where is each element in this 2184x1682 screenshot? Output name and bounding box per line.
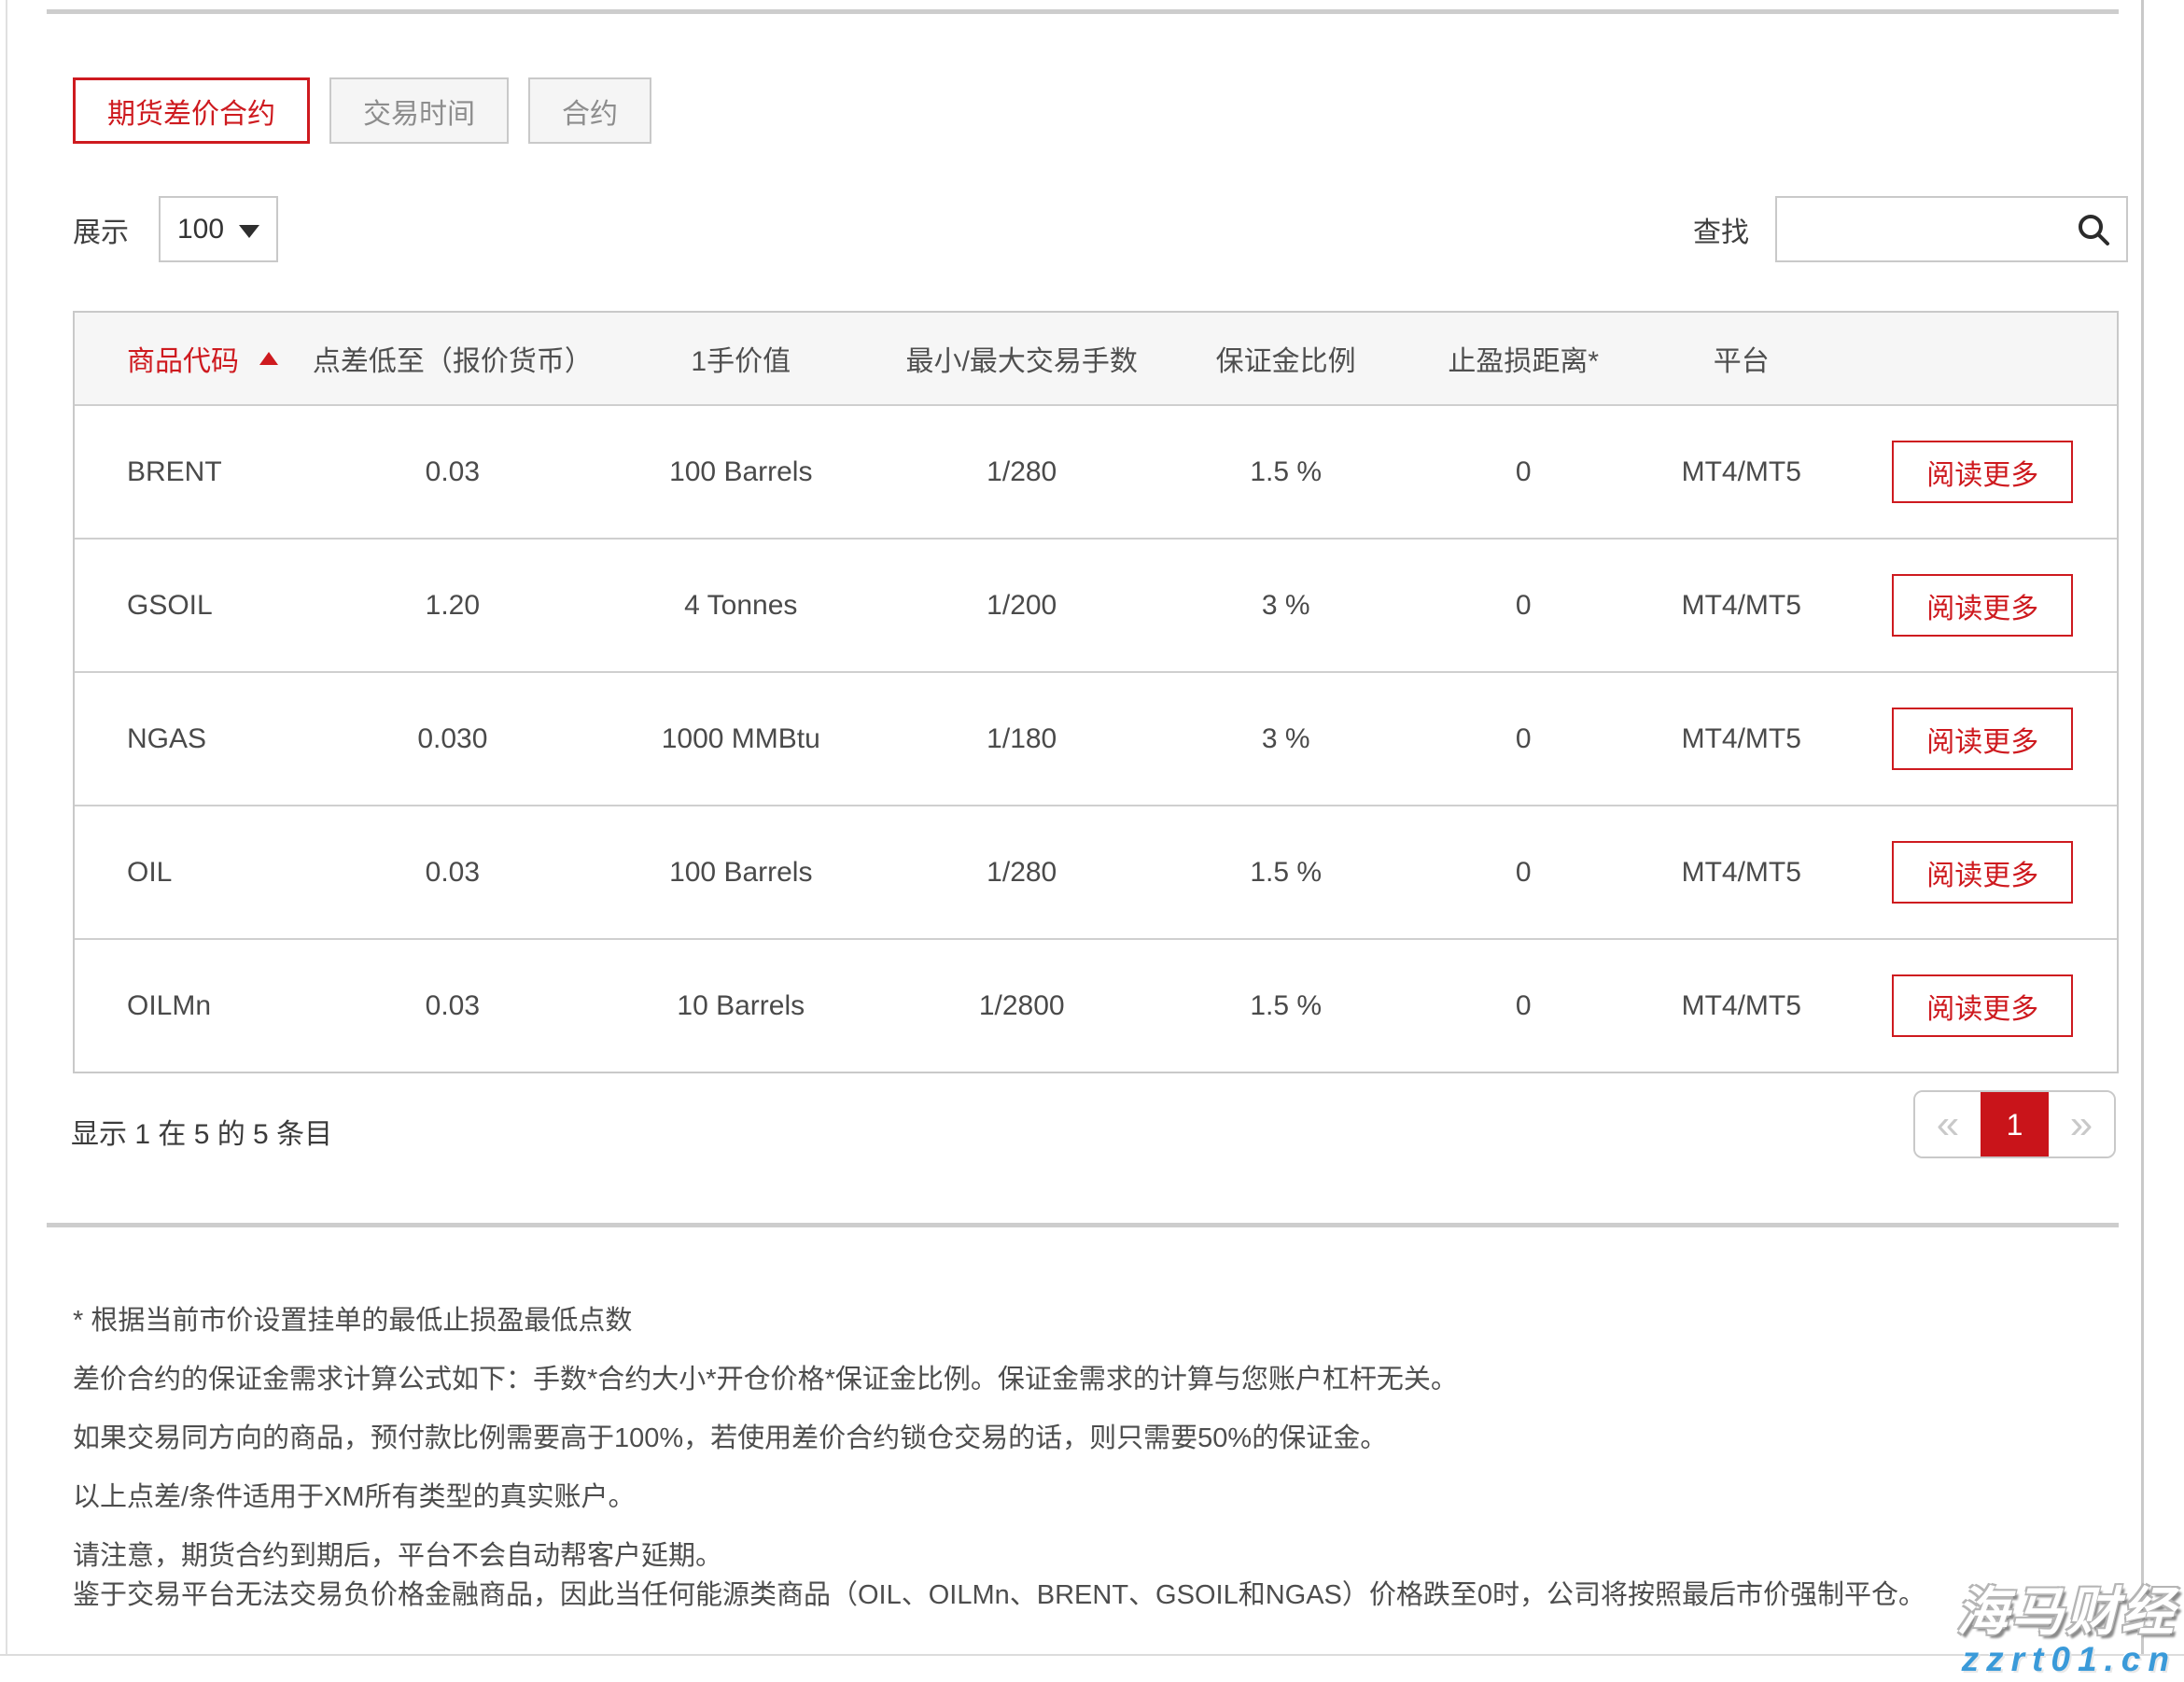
- pagination-next-button[interactable]: »: [2049, 1092, 2114, 1156]
- footnote-margin-formula: 差价合约的保证金需求计算公式如下：手数*合约大小*开仓价格*保证金比例。保证金需…: [73, 1360, 2079, 1399]
- cell-stop-distance: 0: [1412, 990, 1634, 1022]
- column-header-stop-distance[interactable]: 止盈损距离*: [1412, 338, 1634, 379]
- table-row-brent: BRENT 0.03 100 Barrels 1/280 1.5 % 0 MT4…: [75, 404, 2117, 538]
- cell-symbol: GSOIL: [75, 590, 308, 622]
- cell-margin: 3 %: [1159, 723, 1412, 755]
- page-left-border: [6, 0, 7, 1656]
- tab-bar: 期货差价合约 交易时间 合约: [73, 77, 651, 144]
- table-row-gsoil: GSOIL 1.20 4 Tonnes 1/200 3 % 0 MT4/MT5 …: [75, 538, 2117, 671]
- cell-margin: 1.5 %: [1159, 990, 1412, 1022]
- cell-lot-value: 4 Tonnes: [597, 590, 884, 622]
- read-more-button[interactable]: 阅读更多: [1892, 974, 2073, 1037]
- search-control: 查找: [1693, 196, 2128, 262]
- cell-platform: MT4/MT5: [1634, 456, 1849, 488]
- cell-min-max-lots: 1/280: [884, 857, 1158, 889]
- footnotes: * 根据当前市价设置挂单的最低止损盈最低点数 差价合约的保证金需求计算公式如下：…: [73, 1301, 2079, 1634]
- page-size-control: 展示 100: [73, 196, 278, 262]
- cell-platform: MT4/MT5: [1634, 723, 1849, 755]
- table-row-oil: OIL 0.03 100 Barrels 1/280 1.5 % 0 MT4/M…: [75, 805, 2117, 938]
- chevron-down-icon: [239, 225, 259, 238]
- tab-contract[interactable]: 合约: [528, 77, 651, 144]
- read-more-button[interactable]: 阅读更多: [1892, 441, 2073, 503]
- cell-lot-value: 1000 MMBtu: [597, 723, 884, 755]
- column-header-min-max-lots[interactable]: 最小/最大交易手数: [884, 338, 1158, 379]
- cell-symbol: NGAS: [75, 723, 308, 755]
- cell-stop-distance: 0: [1412, 590, 1634, 622]
- table-row-oilmn: OILMn 0.03 10 Barrels 1/2800 1.5 % 0 MT4…: [75, 938, 2117, 1072]
- cell-min-max-lots: 1/200: [884, 590, 1158, 622]
- cell-platform: MT4/MT5: [1634, 990, 1849, 1022]
- cell-spread: 0.03: [308, 990, 597, 1022]
- cell-symbol: OILMn: [75, 990, 308, 1022]
- search-icon[interactable]: [2076, 212, 2111, 247]
- section-divider: [47, 1223, 2119, 1227]
- read-more-button[interactable]: 阅读更多: [1892, 708, 2073, 770]
- sort-ascending-icon: [259, 352, 278, 365]
- cell-spread: 0.03: [308, 456, 597, 488]
- entries-info: 显示 1 在 5 的 5 条目: [71, 1111, 332, 1152]
- cell-lot-value: 100 Barrels: [597, 456, 884, 488]
- cell-spread: 0.030: [308, 723, 597, 755]
- column-header-spread[interactable]: 点差低至（报价货币）: [308, 338, 597, 379]
- cell-stop-distance: 0: [1412, 456, 1634, 488]
- footnote-stop-levels: * 根据当前市价设置挂单的最低止损盈最低点数: [73, 1301, 2079, 1340]
- search-label: 查找: [1693, 209, 1749, 250]
- cell-margin: 1.5 %: [1159, 857, 1412, 889]
- cell-margin: 1.5 %: [1159, 456, 1412, 488]
- column-header-lot-value[interactable]: 1手价值: [597, 338, 884, 379]
- read-more-button[interactable]: 阅读更多: [1892, 841, 2073, 904]
- table-row-ngas: NGAS 0.030 1000 MMBtu 1/180 3 % 0 MT4/MT…: [75, 671, 2117, 805]
- footnote-hedged-margin: 如果交易同方向的商品，预付款比例需要高于100%，若使用差价合约锁仓交易的话，则…: [73, 1419, 2079, 1458]
- cell-lot-value: 100 Barrels: [597, 857, 884, 889]
- watermark: 海马财经 zzrt01.cn: [1956, 1585, 2177, 1678]
- futures-cfd-table: 商品代码 点差低至（报价货币） 1手价值 最小/最大交易手数 保证金比例 止盈损…: [73, 311, 2119, 1073]
- watermark-url: zzrt01.cn: [1956, 1642, 2177, 1678]
- show-label: 展示: [73, 209, 129, 250]
- column-header-symbol-label: 商品代码: [127, 338, 239, 379]
- tab-trading-hours[interactable]: 交易时间: [329, 77, 509, 144]
- page-size-value: 100: [177, 214, 224, 245]
- footnote-account-types: 以上点差/条件适用于XM所有类型的真实账户。: [73, 1478, 2079, 1517]
- page-size-dropdown[interactable]: 100: [159, 196, 278, 262]
- pagination-prev-button[interactable]: «: [1915, 1092, 1981, 1156]
- cell-platform: MT4/MT5: [1634, 590, 1849, 622]
- watermark-logo-text: 海马财经: [1956, 1585, 2177, 1640]
- bottom-divider: [0, 1654, 2184, 1656]
- cell-min-max-lots: 1/2800: [884, 990, 1158, 1022]
- cell-symbol: OIL: [75, 857, 308, 889]
- column-header-symbol[interactable]: 商品代码: [75, 338, 308, 379]
- cell-stop-distance: 0: [1412, 857, 1634, 889]
- tab-futures-cfd[interactable]: 期货差价合约: [73, 77, 310, 144]
- cell-min-max-lots: 1/180: [884, 723, 1158, 755]
- cell-margin: 3 %: [1159, 590, 1412, 622]
- column-header-margin[interactable]: 保证金比例: [1159, 338, 1412, 379]
- cell-symbol: BRENT: [75, 456, 308, 488]
- pagination-page-1[interactable]: 1: [1981, 1092, 2049, 1156]
- cell-spread: 1.20: [308, 590, 597, 622]
- cell-lot-value: 10 Barrels: [597, 990, 884, 1022]
- footnote-expiry-notice: 请注意，期货合约到期后，平台不会自动帮客户延期。: [73, 1536, 2079, 1576]
- page-right-border: [2141, 0, 2144, 1656]
- footnote-negative-price: 鉴于交易平台无法交易负价格金融商品，因此当任何能源类商品（OIL、OILMn、B…: [73, 1576, 2079, 1615]
- column-header-platform[interactable]: 平台: [1634, 338, 1849, 379]
- cell-spread: 0.03: [308, 857, 597, 889]
- search-box: [1775, 196, 2128, 262]
- top-divider: [47, 9, 2119, 14]
- cell-stop-distance: 0: [1412, 723, 1634, 755]
- table-header-row: 商品代码 点差低至（报价货币） 1手价值 最小/最大交易手数 保证金比例 止盈损…: [75, 313, 2117, 404]
- cell-min-max-lots: 1/280: [884, 456, 1158, 488]
- pagination: « 1 »: [1913, 1090, 2116, 1158]
- cell-platform: MT4/MT5: [1634, 857, 1849, 889]
- read-more-button[interactable]: 阅读更多: [1892, 574, 2073, 637]
